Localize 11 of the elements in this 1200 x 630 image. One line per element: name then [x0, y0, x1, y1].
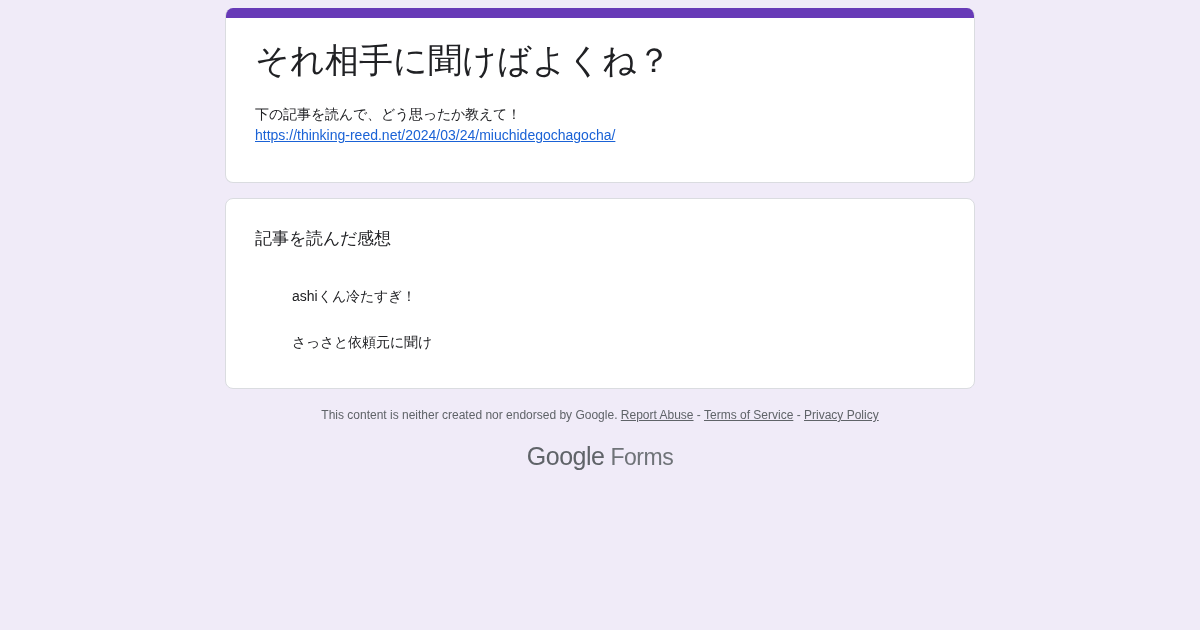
form-description: 下の記事を読んで、どう思ったか教えて！ [255, 105, 522, 125]
google-forms-logo: Google Forms [526, 442, 674, 472]
question-title: 記事を読んだ感想 [255, 228, 392, 251]
footer-link[interactable]: Privacy Policy [804, 408, 879, 423]
answer-text: さっさと依頼元に聞け [292, 333, 433, 353]
form-title: それ相手に聞けばよくね？ [255, 40, 672, 81]
footer-link[interactable]: Report Abuse [620, 408, 694, 423]
footer-notice: This content is neither created nor endorsed by Google. Report Abuse - Terms of Service - Privacy Policy [321, 408, 879, 423]
answer-text: ashiくん冷たすぎ！ [292, 287, 417, 307]
article-link[interactable]: https://thinking-reed.net/2024/03/24/miuchidegochagocha/ [255, 127, 616, 144]
footer-link[interactable]: Terms of Service [704, 408, 794, 423]
